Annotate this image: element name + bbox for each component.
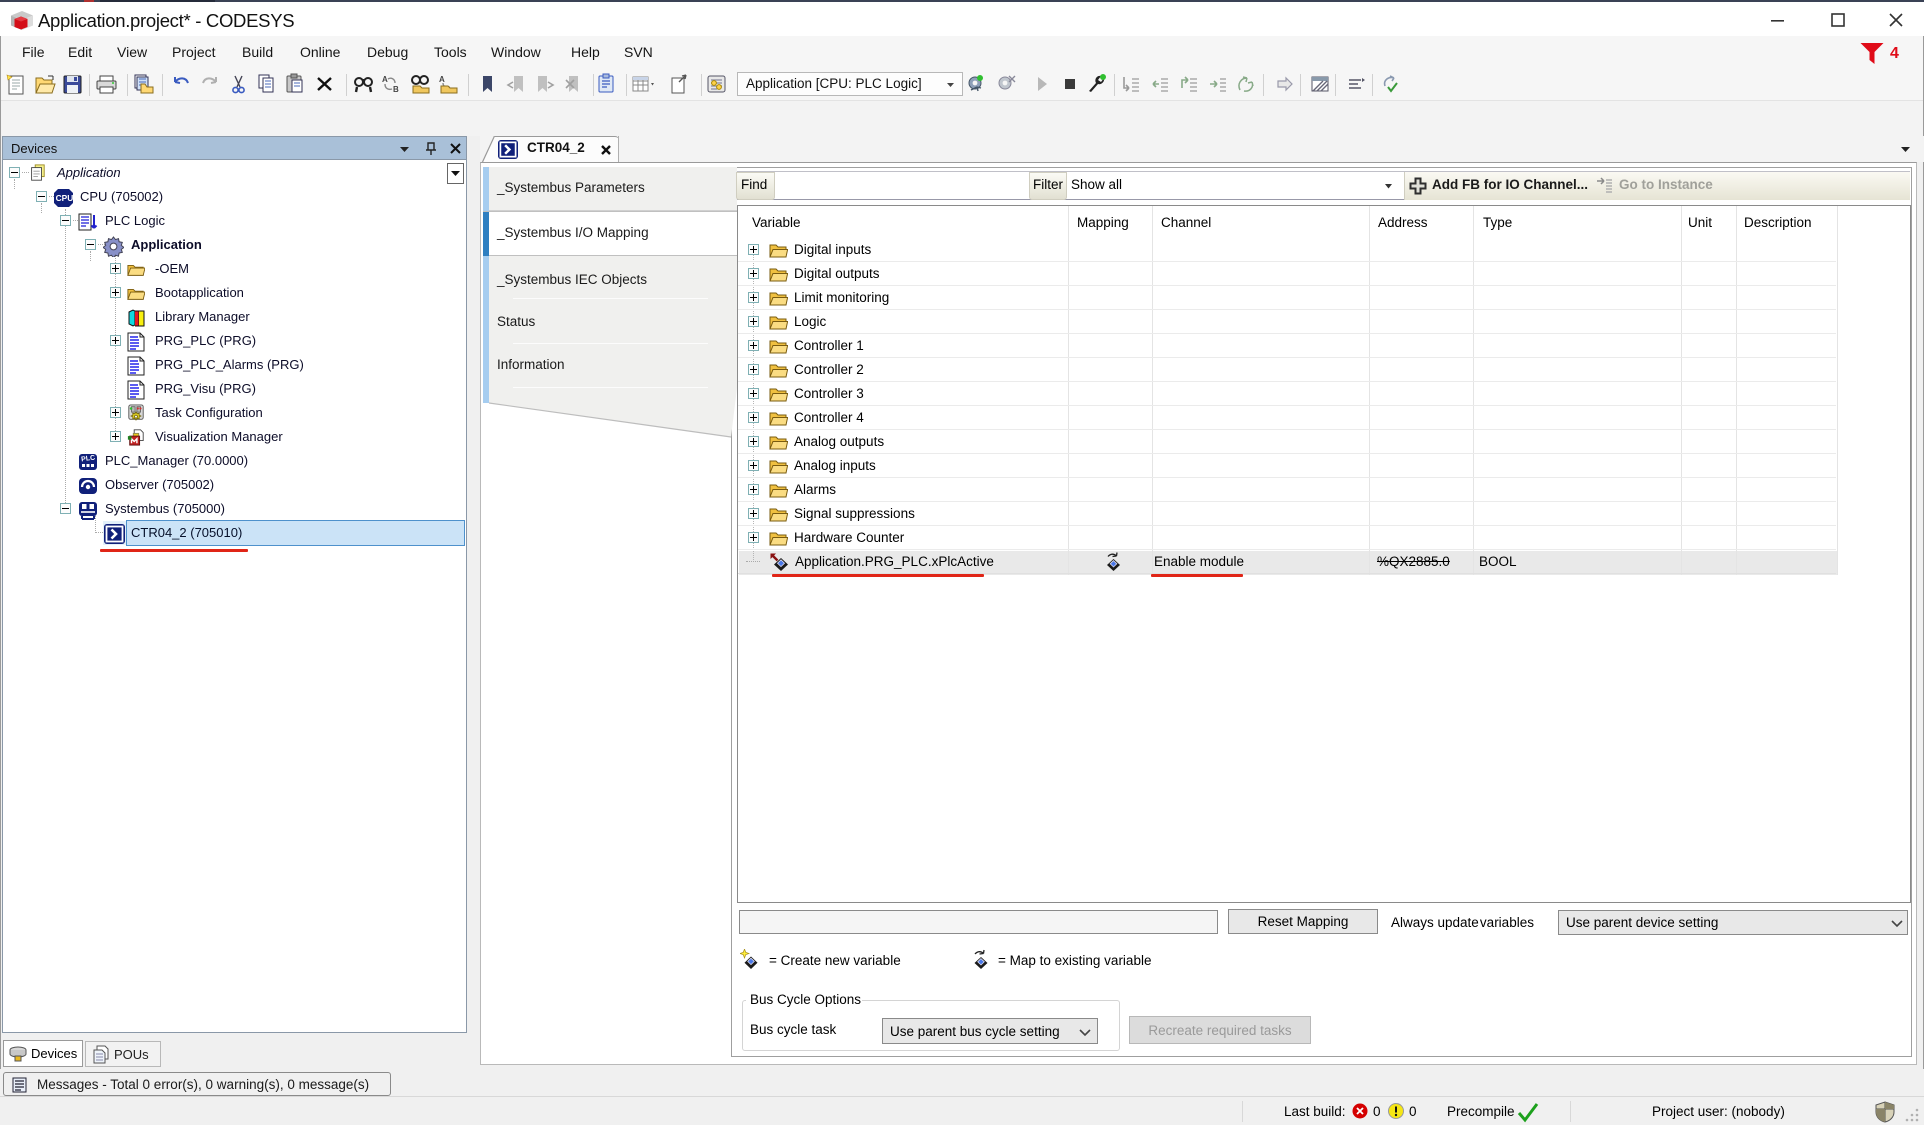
svg-text:A: A (439, 75, 445, 84)
svg-text:B: B (393, 85, 399, 94)
svg-text:A: A (382, 75, 388, 84)
svg-text:CPU: CPU (56, 193, 74, 203)
